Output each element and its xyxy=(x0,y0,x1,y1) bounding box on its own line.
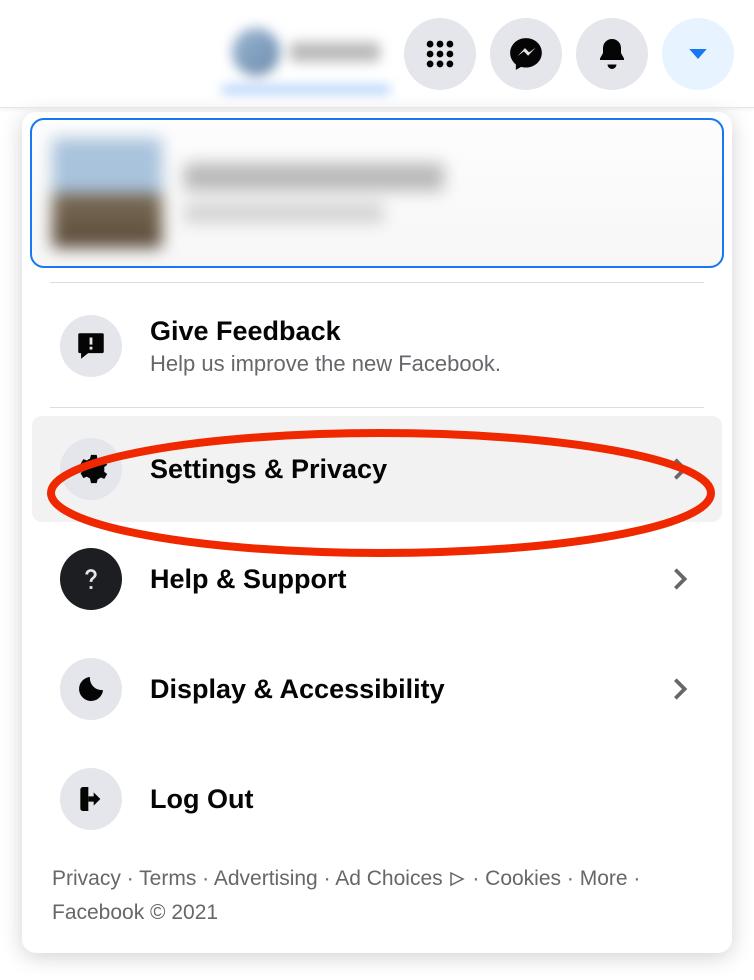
profile-name-blur xyxy=(290,42,380,62)
chevron-right-icon xyxy=(666,455,694,483)
divider xyxy=(50,407,704,408)
menu-item-title: Give Feedback xyxy=(150,316,694,347)
messenger-icon xyxy=(507,35,545,73)
footer-link-adchoices[interactable]: Ad Choices xyxy=(335,867,442,890)
feedback-icon-wrap xyxy=(60,315,122,377)
footer-link-more[interactable]: More xyxy=(580,867,628,890)
caret-down-icon xyxy=(683,39,713,69)
messenger-button[interactable] xyxy=(490,18,562,90)
help-icon-wrap xyxy=(60,548,122,610)
question-icon xyxy=(74,562,108,596)
chevron-right-icon xyxy=(666,565,694,593)
menu-item-subtitle: Help us improve the new Facebook. xyxy=(150,351,694,377)
profile-card[interactable] xyxy=(30,118,724,268)
top-bar xyxy=(0,0,754,108)
account-dropdown-button[interactable] xyxy=(662,18,734,90)
grid-icon xyxy=(423,37,457,71)
adchoices-icon xyxy=(448,870,466,888)
footer-links: Privacy · Terms · Advertising · Ad Choic… xyxy=(22,856,732,939)
menu-item-feedback[interactable]: Give Feedback Help us improve the new Fa… xyxy=(32,293,722,399)
logout-icon-wrap xyxy=(60,768,122,830)
menu-item-title: Display & Accessibility xyxy=(150,674,638,705)
avatar xyxy=(52,138,162,248)
display-icon-wrap xyxy=(60,658,122,720)
profile-text-blur xyxy=(184,163,702,223)
menu-button[interactable] xyxy=(404,18,476,90)
feedback-icon xyxy=(74,329,108,363)
account-dropdown-panel: Give Feedback Help us improve the new Fa… xyxy=(22,112,732,953)
chevron-right-icon xyxy=(666,675,694,703)
menu-item-display-accessibility[interactable]: Display & Accessibility xyxy=(32,636,722,742)
bell-icon xyxy=(594,36,630,72)
footer-link-terms[interactable]: Terms xyxy=(139,867,196,890)
avatar xyxy=(232,28,280,76)
notifications-button[interactable] xyxy=(576,18,648,90)
topbar-profile-chip[interactable] xyxy=(222,17,390,91)
menu-item-help-support[interactable]: Help & Support xyxy=(32,526,722,632)
gear-icon xyxy=(74,452,108,486)
menu-item-title: Help & Support xyxy=(150,564,638,595)
menu-item-title: Settings & Privacy xyxy=(150,454,638,485)
menu-item-title: Log Out xyxy=(150,784,694,815)
menu-item-settings-privacy[interactable]: Settings & Privacy xyxy=(32,416,722,522)
logout-icon xyxy=(75,783,107,815)
footer-link-privacy[interactable]: Privacy xyxy=(52,867,121,890)
footer-copyright: Facebook © 2021 xyxy=(52,901,218,924)
moon-icon xyxy=(75,673,107,705)
footer-link-advertising[interactable]: Advertising xyxy=(214,867,318,890)
footer-link-cookies[interactable]: Cookies xyxy=(485,867,561,890)
menu-item-logout[interactable]: Log Out xyxy=(32,746,722,852)
menu: Give Feedback Help us improve the new Fa… xyxy=(22,283,732,852)
settings-icon-wrap xyxy=(60,438,122,500)
